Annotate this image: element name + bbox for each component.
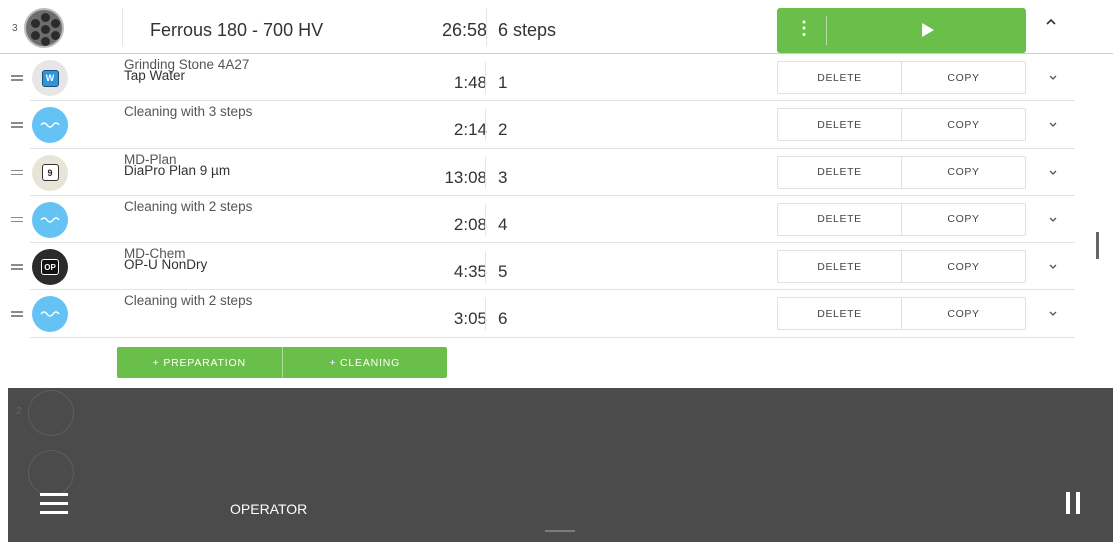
step-number: 1 [498, 73, 508, 92]
drag-handle-icon[interactable] [11, 72, 23, 84]
step-time: 2:08 [453, 214, 487, 234]
delete-button[interactable]: DELETE [778, 298, 901, 329]
diamond-9-icon: 9 [32, 154, 68, 191]
holder-number: 2 [16, 406, 22, 417]
step-list: W Grinding Stone 4A27 Tap Water 1:48 1 D… [0, 54, 1113, 338]
step-actions: DELETE COPY [777, 250, 1026, 284]
step-lubricant: Tap Water [124, 68, 186, 83]
step-actions: DELETE COPY [777, 61, 1026, 94]
cleaning-wave-icon [32, 296, 68, 333]
step-number: 6 [498, 309, 508, 329]
op-polishing-icon: OP [32, 249, 68, 286]
chevron-down-icon[interactable] [1046, 259, 1060, 273]
step-description: Cleaning with 2 steps [124, 293, 253, 309]
holder-number: 3 [12, 23, 18, 34]
drag-handle-icon[interactable] [11, 261, 23, 273]
button-divider [826, 16, 827, 45]
delete-button[interactable]: DELETE [778, 204, 901, 235]
divider [485, 251, 486, 284]
step-row[interactable]: Cleaning with 2 steps 2:08 4 DELETE COPY [11, 196, 1075, 244]
drag-handle-icon[interactable] [11, 119, 23, 131]
app-root: 3 Ferrous 180 - 700 HV 26:58 6 steps ⋮ W [0, 0, 1113, 542]
copy-button[interactable]: COPY [901, 109, 1025, 141]
chevron-down-icon[interactable] [1046, 165, 1060, 179]
run-method-button[interactable]: ⋮ [777, 8, 1026, 53]
cleaning-wave-icon [32, 107, 68, 144]
step-description: Cleaning with 2 steps [124, 198, 253, 214]
step-number: 5 [498, 262, 508, 282]
copy-button[interactable]: COPY [901, 62, 1025, 93]
step-abrasive: OP-U NonDry [124, 257, 208, 273]
more-options-icon[interactable]: ⋮ [795, 19, 813, 37]
copy-button[interactable]: COPY [901, 298, 1025, 330]
water-grinding-icon: W [32, 60, 68, 96]
delete-button[interactable]: DELETE [778, 157, 901, 188]
chevron-down-icon[interactable] [1046, 212, 1060, 226]
step-row[interactable]: OP MD-Chem OP-U NonDry 4:35 5 DELETE COP… [11, 243, 1075, 291]
specimen-holder-icon [28, 450, 74, 496]
user-role-label: OPERATOR [230, 501, 308, 517]
step-time: 1:48 [453, 73, 487, 92]
step-actions: DELETE COPY [777, 202, 1026, 236]
specimen-holder-icon [28, 390, 74, 436]
step-row[interactable]: Cleaning with 2 steps 3:05 6 DELETE COPY [11, 290, 1075, 338]
cleaning-wave-icon [32, 201, 68, 238]
divider [486, 8, 487, 46]
drag-handle-icon[interactable] [11, 167, 23, 179]
chevron-down-icon[interactable] [1046, 117, 1060, 131]
chevron-up-icon[interactable] [1044, 15, 1058, 29]
add-step-buttons: + PREPARATION + CLEANING [117, 347, 447, 378]
copy-button[interactable]: COPY [901, 203, 1025, 235]
drawer-handle[interactable] [545, 530, 575, 532]
divider [485, 203, 486, 236]
divider [485, 156, 486, 189]
pause-icon[interactable] [1066, 492, 1080, 514]
step-description: Cleaning with 3 steps [124, 104, 253, 120]
step-time: 4:35 [453, 262, 487, 282]
step-row[interactable]: 9 MD-Plan DiaPro Plan 9 µm 13:08 3 DELET… [11, 149, 1075, 196]
step-actions: DELETE COPY [777, 155, 1026, 189]
add-preparation-button[interactable]: + PREPARATION [117, 347, 282, 378]
step-time: 13:08 [444, 167, 487, 187]
divider [485, 62, 486, 94]
step-number: 2 [498, 120, 508, 140]
drag-handle-icon[interactable] [11, 308, 23, 320]
divider [485, 298, 486, 331]
specimen-holder-icon [24, 8, 64, 48]
step-actions: DELETE COPY [777, 297, 1026, 331]
step-actions: DELETE COPY [777, 108, 1026, 142]
divider [122, 8, 123, 46]
divider [485, 109, 486, 142]
delete-button[interactable]: DELETE [778, 62, 901, 93]
total-time: 26:58 [441, 20, 487, 40]
step-number: 4 [498, 214, 508, 234]
delete-button[interactable]: DELETE [778, 109, 901, 140]
chevron-down-icon[interactable] [1046, 306, 1060, 320]
copy-button[interactable]: COPY [901, 251, 1025, 283]
add-cleaning-button[interactable]: + CLEANING [281, 347, 448, 378]
bottom-bar: 2 OPERATOR [8, 388, 1113, 542]
delete-button[interactable]: DELETE [778, 251, 901, 282]
step-row[interactable]: Cleaning with 3 steps 2:14 2 DELETE COPY [11, 101, 1075, 149]
step-row[interactable]: W Grinding Stone 4A27 Tap Water 1:48 1 D… [11, 54, 1075, 102]
play-icon[interactable] [922, 23, 934, 37]
step-abrasive: DiaPro Plan 9 µm [124, 162, 231, 178]
step-number: 3 [498, 167, 508, 187]
step-time: 3:05 [453, 309, 487, 329]
step-time: 2:14 [453, 120, 487, 140]
method-header: 3 Ferrous 180 - 700 HV 26:58 6 steps ⋮ [0, 0, 1113, 54]
copy-button[interactable]: COPY [901, 156, 1025, 188]
method-title: Ferrous 180 - 700 HV [150, 20, 324, 40]
step-count: 6 steps [498, 20, 557, 40]
chevron-down-icon[interactable] [1046, 70, 1060, 84]
drag-handle-icon[interactable] [11, 214, 23, 226]
hamburger-menu-icon[interactable] [40, 493, 68, 515]
scrollbar[interactable] [1096, 232, 1099, 259]
